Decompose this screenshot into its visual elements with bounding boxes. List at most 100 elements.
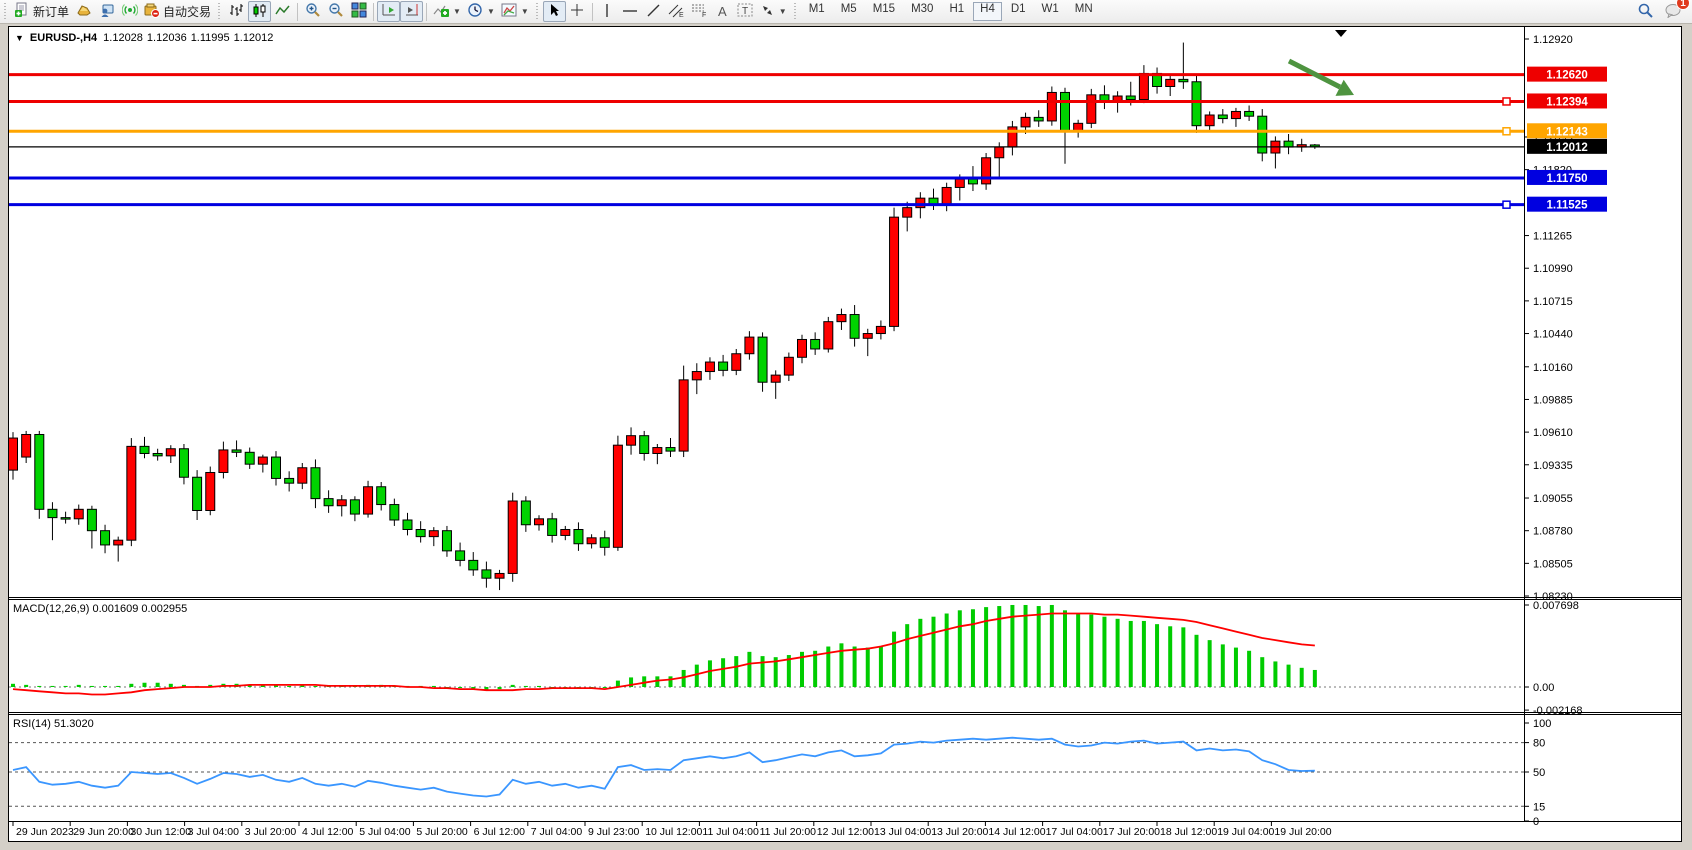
candle-down[interactable] xyxy=(245,452,254,464)
candle-up[interactable] xyxy=(166,449,175,456)
candle-down[interactable] xyxy=(1100,95,1109,101)
candle-down[interactable] xyxy=(416,529,425,536)
candle-down[interactable] xyxy=(850,315,859,339)
time-tick-label[interactable]: 13 Jul 04:00 xyxy=(874,826,931,838)
candle-up[interactable] xyxy=(982,158,991,184)
candle-up[interactable] xyxy=(653,448,662,454)
text-tool-button[interactable]: A xyxy=(711,1,734,22)
time-tick-label[interactable]: 10 Jul 12:00 xyxy=(645,826,702,838)
candle-up[interactable] xyxy=(732,354,741,371)
candle-up[interactable] xyxy=(1021,117,1030,127)
toolbar-grip[interactable] xyxy=(534,3,541,21)
candle-up[interactable] xyxy=(9,438,18,470)
candle-up[interactable] xyxy=(1166,79,1175,86)
time-tick-label[interactable]: 4 Jul 12:00 xyxy=(302,826,354,838)
time-tick-label[interactable]: 14 Jul 12:00 xyxy=(988,826,1045,838)
candle-down[interactable] xyxy=(640,436,649,454)
timeframe-button-H1[interactable]: H1 xyxy=(942,2,971,21)
market-watch-button[interactable] xyxy=(72,1,95,22)
candle-up[interactable] xyxy=(1087,95,1096,124)
toolbar-grip[interactable] xyxy=(216,3,223,21)
candle-up[interactable] xyxy=(705,362,714,372)
candle-down[interactable] xyxy=(1126,96,1135,100)
candle-down[interactable] xyxy=(179,449,188,478)
candle-up[interactable] xyxy=(942,187,951,204)
line-handle[interactable] xyxy=(1503,128,1510,135)
candle-up[interactable] xyxy=(587,538,596,544)
time-tick-label[interactable]: 30 Jun 12:00 xyxy=(130,826,191,838)
candle-up[interactable] xyxy=(890,217,899,326)
cursor-tool-button[interactable] xyxy=(543,1,566,22)
candle-up[interactable] xyxy=(258,457,267,464)
candle-up[interactable] xyxy=(206,472,215,510)
time-tick-label[interactable]: 17 Jul 04:00 xyxy=(1046,826,1103,838)
candle-up[interactable] xyxy=(955,179,964,187)
candle-down[interactable] xyxy=(666,448,675,452)
periods-button[interactable]: ▼ xyxy=(464,1,498,22)
chart-shift-button[interactable] xyxy=(400,1,423,22)
candle-down[interactable] xyxy=(1179,79,1188,81)
candle-up[interactable] xyxy=(745,337,754,354)
time-tick-label[interactable]: 19 Jul 04:00 xyxy=(1217,826,1274,838)
time-tick-label[interactable]: 6 Jul 12:00 xyxy=(474,826,526,838)
candle-down[interactable] xyxy=(377,487,386,505)
auto-trading-button[interactable]: 自动交易 xyxy=(141,1,214,22)
signals-button[interactable] xyxy=(118,1,141,22)
candle-up[interactable] xyxy=(508,501,517,573)
candle-up[interactable] xyxy=(22,434,31,457)
horizontal-line-tool-button[interactable] xyxy=(619,1,642,22)
candle-down[interactable] xyxy=(324,499,333,506)
candle-down[interactable] xyxy=(350,500,359,514)
candle-down[interactable] xyxy=(61,518,70,520)
data-window-button[interactable] xyxy=(95,1,118,22)
timeframe-button-W1[interactable]: W1 xyxy=(1035,2,1066,21)
bar-chart-mode-button[interactable] xyxy=(225,1,248,22)
candle-down[interactable] xyxy=(35,434,44,509)
candle-up[interactable] xyxy=(995,147,1004,158)
time-tick-label[interactable]: 18 Jul 12:00 xyxy=(1160,826,1217,838)
candle-up[interactable] xyxy=(627,436,636,446)
candle-up[interactable] xyxy=(535,519,544,525)
candle-down[interactable] xyxy=(1218,115,1227,119)
candle-up[interactable] xyxy=(561,529,570,535)
auto-scroll-button[interactable] xyxy=(377,1,400,22)
candle-up[interactable] xyxy=(837,315,846,322)
time-tick-label[interactable]: 29 Jun 20:00 xyxy=(73,826,134,838)
candle-down[interactable] xyxy=(968,179,977,184)
candle-up[interactable] xyxy=(114,540,123,545)
time-tick-label[interactable]: 17 Jul 20:00 xyxy=(1103,826,1160,838)
candle-down[interactable] xyxy=(1192,82,1201,126)
candle-down[interactable] xyxy=(456,551,465,561)
line-chart-mode-button[interactable] xyxy=(271,1,294,22)
candle-up[interactable] xyxy=(784,357,793,375)
candle-up[interactable] xyxy=(298,468,307,483)
crosshair-tool-button[interactable] xyxy=(566,1,589,22)
candle-down[interactable] xyxy=(521,501,530,525)
time-tick-label[interactable]: 19 Jul 20:00 xyxy=(1274,826,1331,838)
candle-down[interactable] xyxy=(811,339,820,349)
chart-canvas[interactable]: 1.129201.120951.118201.112651.109901.107… xyxy=(9,27,1681,841)
time-tick-label[interactable]: 5 Jul 20:00 xyxy=(416,826,468,838)
vertical-line-tool-button[interactable] xyxy=(596,1,619,22)
candle-down[interactable] xyxy=(1061,92,1070,130)
candle-down[interactable] xyxy=(403,520,412,530)
candle-down[interactable] xyxy=(600,538,609,548)
candle-up[interactable] xyxy=(876,326,885,333)
candle-down[interactable] xyxy=(140,446,149,453)
fibonacci-tool-button[interactable]: F xyxy=(688,1,711,22)
time-tick-label[interactable]: 12 Jul 12:00 xyxy=(817,826,874,838)
time-tick-label[interactable]: 3 Jul 04:00 xyxy=(188,826,240,838)
candle-down[interactable] xyxy=(193,477,202,510)
candle-up[interactable] xyxy=(863,334,872,339)
time-tick-label[interactable]: 5 Jul 04:00 xyxy=(359,826,411,838)
candle-down[interactable] xyxy=(390,505,399,520)
zoom-in-button[interactable] xyxy=(301,1,324,22)
notifications-button[interactable]: 1 xyxy=(1664,2,1682,21)
candle-up[interactable] xyxy=(429,531,438,537)
candle-up[interactable] xyxy=(495,573,504,578)
candle-up[interactable] xyxy=(1139,73,1148,99)
candle-down[interactable] xyxy=(153,453,162,455)
toolbar-grip[interactable] xyxy=(792,3,799,21)
candle-up[interactable] xyxy=(337,500,346,506)
candle-down[interactable] xyxy=(1245,111,1254,116)
